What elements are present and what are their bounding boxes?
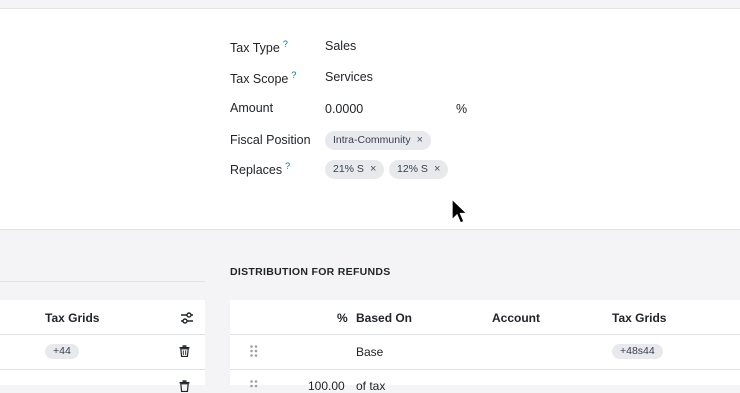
tax-type-label-text: Tax Type bbox=[230, 41, 280, 56]
column-header-percent[interactable]: % bbox=[337, 311, 348, 325]
row-divider bbox=[230, 369, 740, 370]
trash-icon[interactable] bbox=[179, 380, 190, 392]
remove-tag-icon[interactable]: × bbox=[434, 160, 440, 179]
pointer-cursor-icon bbox=[451, 198, 469, 224]
tax-grid-badge[interactable]: +44 bbox=[45, 344, 79, 359]
tax-form-sheet: Tax Type? Sales Tax Scope? Services Amou… bbox=[0, 9, 740, 230]
replaces-tag-label: 12% S bbox=[397, 163, 428, 175]
invoice-distribution-table: Tax Grids +44 bbox=[0, 300, 205, 392]
tax-scope-field[interactable]: Services bbox=[325, 70, 373, 84]
cell-percent[interactable]: 100.00 bbox=[308, 379, 345, 393]
header-divider bbox=[230, 334, 740, 335]
cell-based-on[interactable]: Base bbox=[356, 345, 383, 359]
drag-handle-icon[interactable] bbox=[250, 380, 258, 392]
amount-unit: % bbox=[456, 102, 468, 116]
column-header-tax-grids[interactable]: Tax Grids bbox=[45, 311, 99, 325]
help-icon[interactable]: ? bbox=[291, 70, 296, 80]
column-header-tax-grids[interactable]: Tax Grids bbox=[612, 311, 666, 325]
tax-grid-badge[interactable]: +48s44 bbox=[612, 344, 663, 359]
cell-based-on[interactable]: of tax bbox=[356, 379, 385, 393]
remove-tag-icon[interactable]: × bbox=[370, 160, 376, 179]
fiscal-position-tag-label: Intra-Community bbox=[333, 134, 411, 146]
header-divider bbox=[0, 334, 205, 335]
column-header-based-on[interactable]: Based On bbox=[356, 311, 412, 325]
trash-icon[interactable] bbox=[179, 345, 190, 357]
refund-distribution-table: % Based On Account Tax Grids Base +48s44… bbox=[230, 300, 740, 393]
settings-sliders-icon[interactable] bbox=[180, 311, 194, 325]
replaces-label: Replaces? bbox=[230, 161, 290, 177]
replaces-tag-12[interactable]: 12% S × bbox=[389, 160, 449, 179]
row-divider bbox=[0, 369, 205, 370]
divider bbox=[0, 281, 205, 282]
help-icon[interactable]: ? bbox=[285, 161, 290, 171]
amount-label: Amount bbox=[230, 101, 274, 115]
tax-scope-label-text: Tax Scope bbox=[230, 72, 289, 87]
amount-field[interactable]: 0.0000 bbox=[325, 102, 363, 116]
replaces-label-text: Replaces bbox=[230, 163, 283, 178]
help-icon[interactable]: ? bbox=[283, 39, 288, 49]
tax-type-field[interactable]: Sales bbox=[325, 39, 356, 53]
replaces-tag-21[interactable]: 21% S × bbox=[325, 160, 385, 179]
fiscal-position-label: Fiscal Position bbox=[230, 133, 311, 147]
remove-tag-icon[interactable]: × bbox=[417, 131, 423, 150]
tax-scope-label: Tax Scope? bbox=[230, 70, 296, 86]
top-bar bbox=[0, 0, 740, 9]
fiscal-position-tag[interactable]: Intra-Community × bbox=[325, 131, 432, 150]
replaces-tag-label: 21% S bbox=[333, 163, 364, 175]
column-header-account[interactable]: Account bbox=[492, 311, 540, 325]
drag-handle-icon[interactable] bbox=[250, 345, 258, 357]
distribution-refunds-title: DISTRIBUTION FOR REFUNDS bbox=[230, 266, 391, 278]
tax-type-label: Tax Type? bbox=[230, 39, 288, 55]
